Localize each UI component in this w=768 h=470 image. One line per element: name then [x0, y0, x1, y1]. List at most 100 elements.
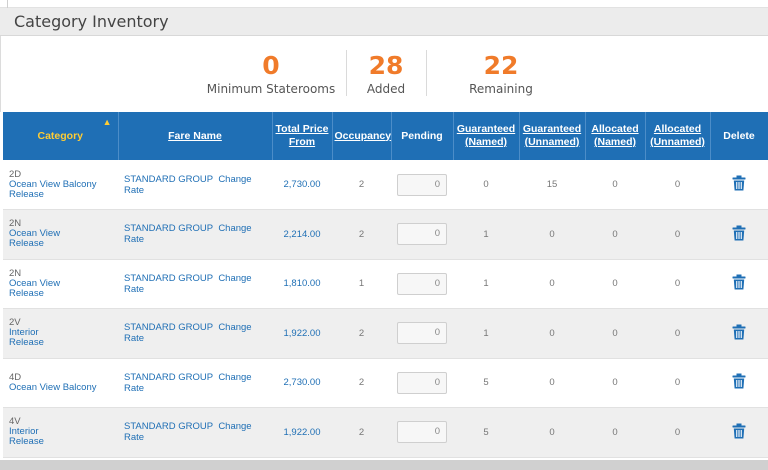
- stat-label: Minimum Staterooms: [206, 82, 336, 96]
- header-link[interactable]: Allocated (Unnamed): [650, 123, 705, 148]
- table-row: 2N Ocean View Release STANDARD GROUP Change…: [3, 259, 768, 309]
- total-price-cell[interactable]: 2,214.00: [272, 209, 332, 260]
- column-header-pending: Pending: [391, 112, 454, 160]
- header-line: (Named): [464, 136, 507, 148]
- stat-value: 22: [483, 51, 519, 80]
- pending-cell: 0: [391, 308, 453, 359]
- top-tick: [7, 0, 8, 8]
- fare-name-link[interactable]: STANDARD GROUP: [124, 223, 213, 234]
- pending-input[interactable]: 0: [397, 272, 447, 295]
- column-header-total-price[interactable]: Total Price From: [272, 112, 333, 160]
- table-row: 2D Ocean View Balcony Release STANDARD GROU…: [3, 160, 768, 210]
- pending-cell: 0: [391, 407, 453, 458]
- column-header-occupancy[interactable]: Occupancy: [332, 112, 392, 160]
- allocated-unnamed-cell: 0: [645, 259, 710, 309]
- category-cell: 4D Ocean View Balcony: [3, 358, 118, 408]
- total-price-cell[interactable]: 1,922.00: [272, 308, 332, 359]
- category-name-link[interactable]: Ocean View Balcony: [9, 179, 118, 190]
- pending-cell: 0: [391, 259, 453, 309]
- pending-cell: 0: [391, 160, 453, 210]
- trash-icon[interactable]: [732, 225, 746, 241]
- header-link[interactable]: Total Price From: [276, 123, 329, 148]
- guaranteed-unnamed-cell: 0: [519, 308, 585, 359]
- fare-cell: STANDARD GROUP Change Rate: [118, 308, 272, 359]
- header-line: From: [288, 136, 316, 148]
- trash-icon[interactable]: [732, 274, 746, 290]
- delete-cell: [710, 407, 768, 458]
- total-price-cell[interactable]: 1,922.00: [272, 407, 332, 458]
- header-link[interactable]: Occupancy: [335, 130, 392, 142]
- header-label: Category: [37, 129, 83, 142]
- release-link[interactable]: Release: [9, 437, 118, 447]
- trash-icon[interactable]: [732, 175, 746, 191]
- total-price-cell[interactable]: 2,730.00: [272, 358, 332, 408]
- guaranteed-unnamed-cell: 0: [519, 209, 585, 260]
- guaranteed-unnamed-cell: 0: [519, 358, 585, 408]
- occupancy-cell: 2: [332, 358, 391, 408]
- column-header-allocated-unnamed[interactable]: Allocated (Unnamed): [645, 112, 711, 160]
- release-link[interactable]: Release: [9, 189, 118, 200]
- pending-input[interactable]: 0: [397, 371, 447, 394]
- header-line: (Unnamed): [524, 136, 580, 148]
- header-link[interactable]: Fare Name: [168, 130, 222, 142]
- total-price-cell[interactable]: 1,810.00: [272, 259, 332, 309]
- fare-cell: STANDARD GROUP Change Rate: [118, 358, 272, 408]
- fare-name-link[interactable]: STANDARD GROUP: [124, 372, 213, 383]
- fare-cell: STANDARD GROUP Change Rate: [118, 259, 272, 309]
- fare-name-link[interactable]: STANDARD GROUP: [124, 174, 213, 185]
- trash-icon[interactable]: [732, 423, 746, 439]
- release-link[interactable]: Release: [9, 288, 118, 299]
- guaranteed-named-cell: 5: [453, 407, 519, 458]
- pending-input[interactable]: 0: [397, 322, 447, 345]
- header-line: Allocated: [653, 123, 702, 135]
- fare-name-link[interactable]: STANDARD GROUP: [124, 421, 213, 432]
- trash-icon[interactable]: [732, 324, 746, 340]
- stat-divider: [426, 50, 427, 96]
- fare-cell: STANDARD GROUP Change Rate: [118, 160, 272, 210]
- stat-minimum-staterooms: 0 Minimum Staterooms: [206, 52, 336, 96]
- column-header-guaranteed-unnamed[interactable]: Guaranteed (Unnamed): [519, 112, 586, 160]
- column-header-guaranteed-named[interactable]: Guaranteed (Named): [453, 112, 520, 160]
- panel-title: Category Inventory: [14, 12, 169, 31]
- fare-cell: STANDARD GROUP Change Rate: [118, 209, 272, 260]
- fare-name-link[interactable]: STANDARD GROUP: [124, 273, 213, 284]
- release-link[interactable]: Release: [9, 239, 118, 249]
- allocated-unnamed-cell: 0: [645, 160, 710, 210]
- category-cell: 2N Ocean View Release: [3, 259, 118, 309]
- header-link[interactable]: Allocated (Named): [591, 123, 638, 148]
- column-header-fare-name[interactable]: Fare Name: [118, 112, 273, 160]
- allocated-named-cell: 0: [585, 407, 645, 458]
- guaranteed-named-cell: 0: [453, 160, 519, 210]
- category-name-link[interactable]: Ocean View Balcony: [9, 382, 118, 393]
- occupancy-cell: 1: [332, 259, 391, 309]
- category-cell: 2N Ocean View Release: [3, 209, 118, 260]
- header-link[interactable]: Guaranteed (Unnamed): [523, 123, 581, 148]
- pending-input[interactable]: 0: [397, 223, 447, 246]
- allocated-named-cell: 0: [585, 308, 645, 359]
- trash-icon[interactable]: [732, 373, 746, 389]
- column-header-category[interactable]: ▲ Category: [3, 112, 119, 160]
- pending-input[interactable]: 0: [397, 173, 447, 196]
- allocated-unnamed-cell: 0: [645, 308, 710, 359]
- table-row: 2N Ocean View Release STANDARD GROUP Change…: [3, 209, 768, 260]
- guaranteed-named-cell: 1: [453, 209, 519, 260]
- header-line: Guaranteed: [522, 123, 582, 135]
- release-link[interactable]: Release: [9, 338, 118, 348]
- fare-name-link[interactable]: STANDARD GROUP: [124, 322, 213, 333]
- guaranteed-named-cell: 1: [453, 259, 519, 309]
- pending-cell: 0: [391, 209, 453, 260]
- table-row: 2V Interior Release STANDARD GROUP Change R…: [3, 308, 768, 359]
- header-link[interactable]: Guaranteed (Named): [457, 123, 515, 148]
- total-price-cell[interactable]: 2,730.00: [272, 160, 332, 210]
- header-label: Delete: [723, 129, 755, 142]
- guaranteed-unnamed-cell: 0: [519, 407, 585, 458]
- guaranteed-unnamed-cell: 0: [519, 259, 585, 309]
- header-line: Guaranteed: [456, 123, 516, 135]
- header-line: (Unnamed): [650, 136, 705, 148]
- column-header-allocated-named[interactable]: Allocated (Named): [585, 112, 646, 160]
- pending-input[interactable]: 0: [397, 421, 447, 444]
- header-line: Allocated: [591, 123, 639, 135]
- table-row: 4V Interior Release STANDARD GROUP Change R…: [3, 407, 768, 458]
- header-line: (Named): [593, 136, 636, 148]
- stat-added: 28 Added: [353, 52, 419, 96]
